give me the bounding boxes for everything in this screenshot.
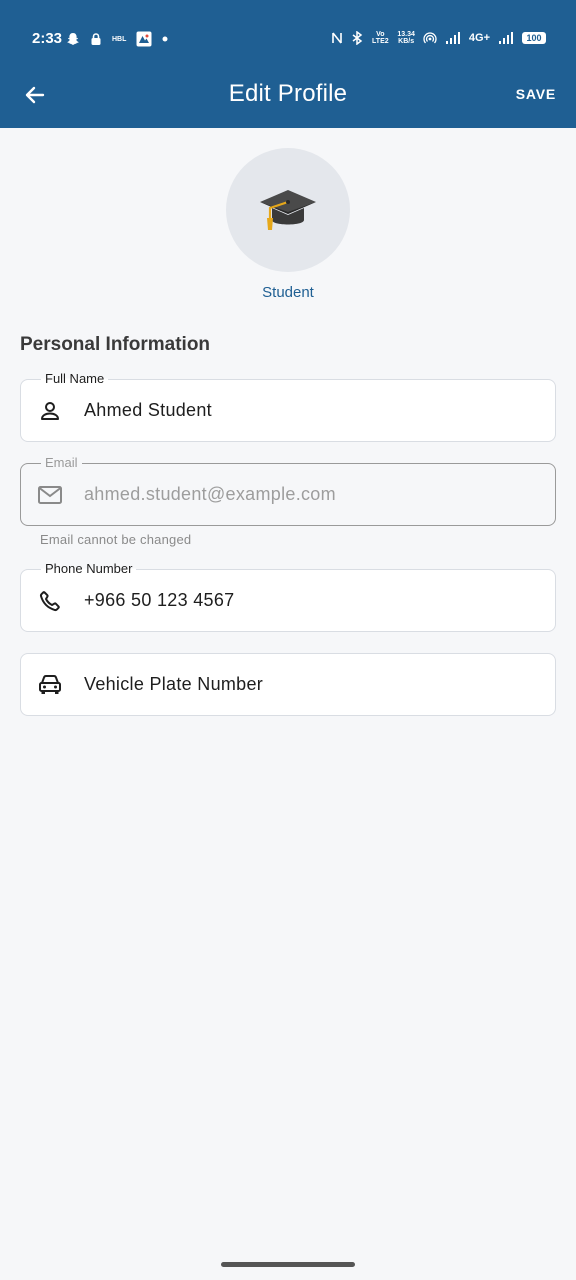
network-speed: 13.34 KB/s [397,31,415,45]
email-field: Email ahmed.student@example.com [20,455,556,526]
status-time: 2:33 [32,30,63,47]
status-left-icons: HBL [66,30,168,48]
full-name-label: Full Name [41,371,109,386]
volte-icon: Vo LTE2 [372,31,389,45]
section-title: Personal Information [20,334,211,355]
profile-avatar[interactable] [226,148,350,272]
bluetooth-icon [351,31,363,45]
phone-field[interactable]: Phone Number +966 50 123 4567 [20,561,556,632]
phone-input[interactable]: +966 50 123 4567 [84,590,234,611]
mail-icon [37,482,63,508]
phone-label: Phone Number [41,561,137,576]
email-label: Email [41,455,82,470]
signal-strength-2-icon [498,31,514,45]
profile-role: Student [262,284,314,301]
hbl-icon: HBL [112,35,127,43]
app-bar: Edit Profile SAVE [0,76,576,128]
save-button[interactable]: SAVE [516,86,556,102]
hotspot-icon [423,31,437,45]
vehicle-plate-input[interactable]: Vehicle Plate Number [84,674,263,695]
graduation-cap-icon [260,190,316,230]
network-speed-unit: KB/s [398,38,415,45]
signal-strength-icon [445,31,461,45]
network-type: 4G+ [468,31,490,44]
vehicle-plate-field[interactable]: Vehicle Plate Number [20,653,556,716]
home-indicator[interactable] [221,1262,355,1267]
full-name-field[interactable]: Full Name Ahmed Student [20,371,556,442]
email-input: ahmed.student@example.com [84,484,336,504]
full-name-input[interactable]: Ahmed Student [84,400,212,421]
network-speed-value: 13.34 [397,31,415,38]
app-header: 2:33 HBL Vo LTE2 13.34 KB/s 4G+ 100 Edit… [0,0,576,128]
more-notifications-dot-icon [162,36,168,42]
lock-icon [90,32,102,46]
person-icon [37,398,63,424]
app-notification-icon [136,31,152,47]
email-helper-text: Email cannot be changed [40,532,192,547]
snapchat-icon [66,32,80,46]
status-bar: 2:33 HBL Vo LTE2 13.34 KB/s 4G+ 100 [0,0,576,76]
car-icon [37,672,63,698]
phone-icon [37,588,63,614]
status-right-icons: Vo LTE2 13.34 KB/s 4G+ 100 [331,28,546,48]
battery-indicator: 100 [522,32,546,44]
page-title: Edit Profile [228,80,348,107]
nfc-icon [331,31,343,45]
